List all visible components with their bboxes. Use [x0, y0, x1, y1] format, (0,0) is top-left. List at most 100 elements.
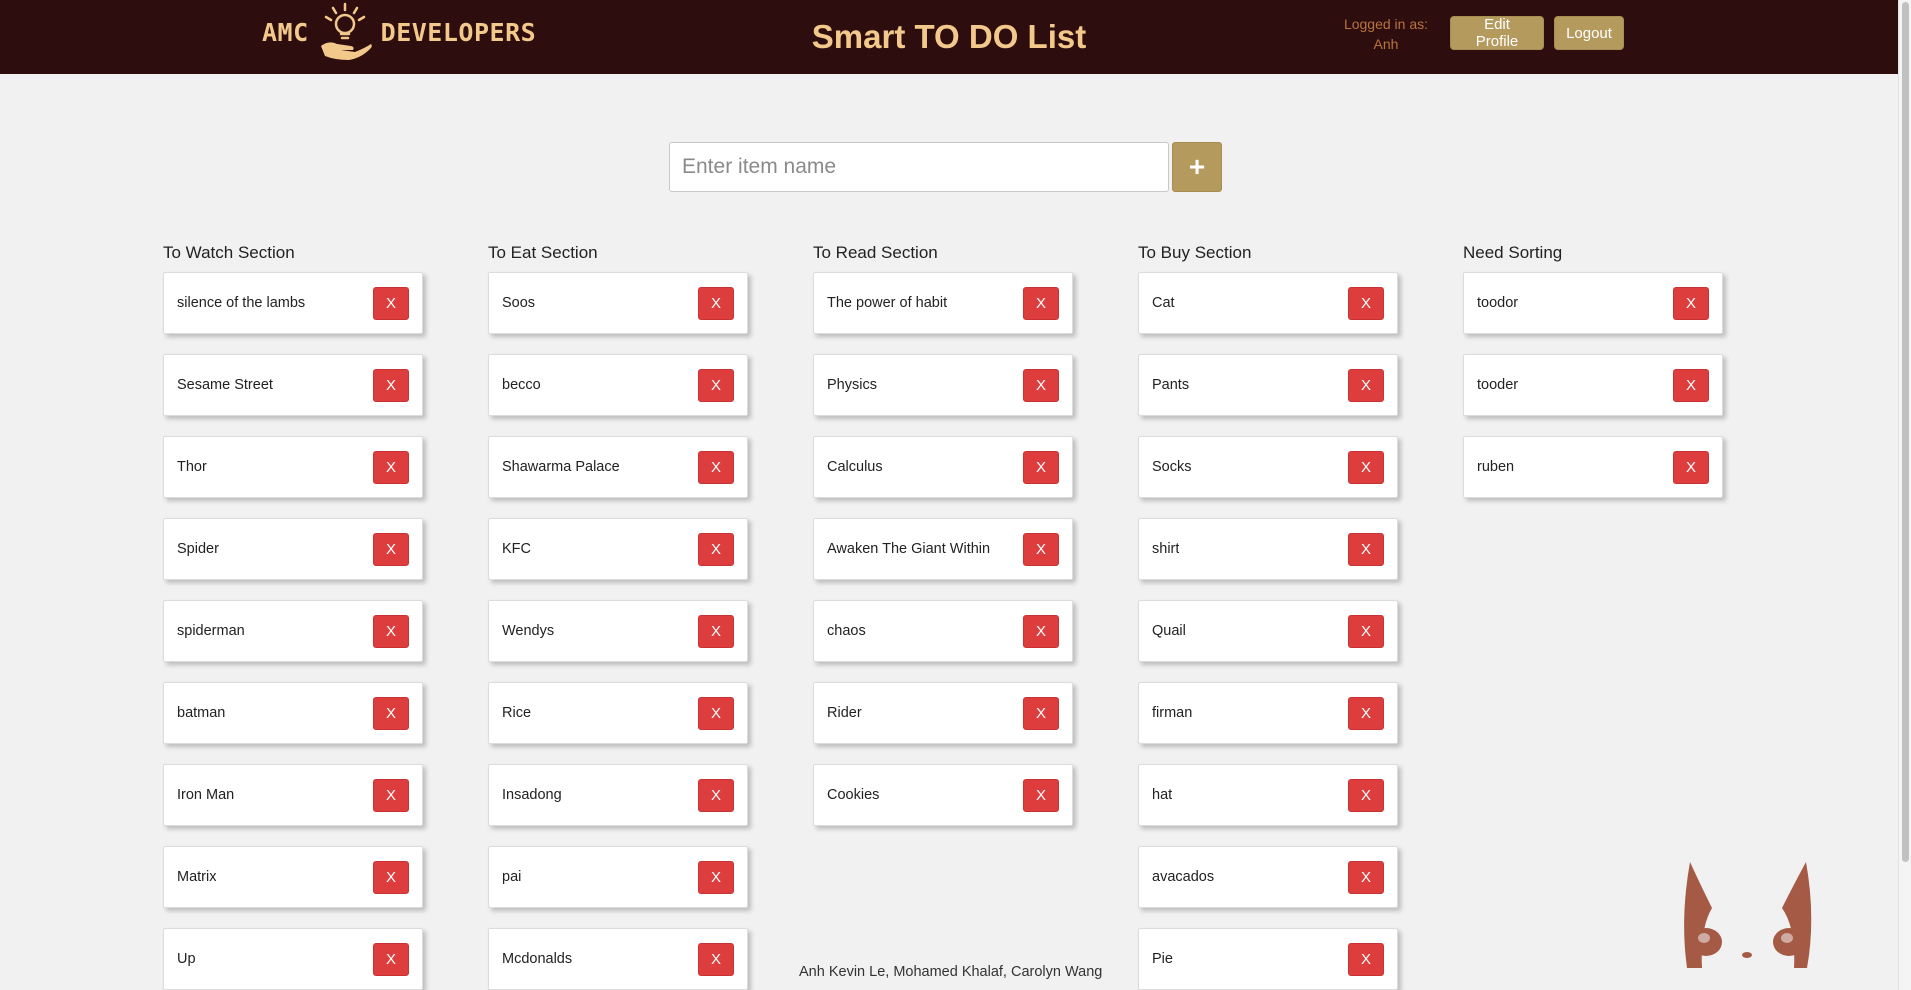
todo-item-card: Thor X	[163, 436, 423, 498]
todo-item-card: Sesame Street X	[163, 354, 423, 416]
delete-item-button[interactable]: X	[373, 532, 409, 566]
delete-item-button[interactable]: X	[1348, 860, 1384, 894]
delete-item-button[interactable]: X	[1673, 286, 1709, 320]
delete-item-button[interactable]: X	[1023, 778, 1059, 812]
delete-item-button[interactable]: X	[698, 368, 734, 402]
todo-item-label: avacados	[1152, 869, 1215, 885]
todo-item-label: Cookies	[827, 787, 880, 803]
todo-item-label: silence of the lambs	[177, 295, 306, 311]
section-title: To Buy Section	[1138, 243, 1252, 262]
scrollbar-thumb[interactable]	[1902, 2, 1909, 862]
todo-item-label: ruben	[1477, 459, 1515, 475]
delete-item-button[interactable]: X	[1023, 286, 1059, 320]
todo-item-card: Soos X	[488, 272, 748, 334]
page-scrollbar[interactable]	[1898, 0, 1911, 990]
todo-item-card: firman X	[1138, 682, 1398, 744]
delete-item-button[interactable]: X	[698, 286, 734, 320]
todo-item-label: firman	[1152, 705, 1193, 721]
login-info: Logged in as: Anh	[1340, 14, 1432, 54]
todo-item-card: The power of habit X	[813, 272, 1073, 334]
delete-item-button[interactable]: X	[1348, 532, 1384, 566]
todo-item-label: Shawarma Palace	[502, 459, 620, 475]
delete-item-button[interactable]: X	[698, 696, 734, 730]
delete-item-button[interactable]: X	[1348, 778, 1384, 812]
todo-item-label: Calculus	[827, 459, 883, 475]
delete-item-button[interactable]: X	[698, 614, 734, 648]
todo-item-label: KFC	[502, 541, 531, 557]
todo-item-card: silence of the lambs X	[163, 272, 423, 334]
delete-item-button[interactable]: X	[698, 942, 734, 976]
todo-item-card: Pants X	[1138, 354, 1398, 416]
todo-item-card: Cat X	[1138, 272, 1398, 334]
todo-item-card: Wendys X	[488, 600, 748, 662]
todo-item-card: Rice X	[488, 682, 748, 744]
delete-item-button[interactable]: X	[1023, 368, 1059, 402]
todo-item-card: Quail X	[1138, 600, 1398, 662]
todo-item-label: Pie	[1152, 951, 1173, 967]
todo-item-label: spiderman	[177, 623, 245, 639]
todo-item-card: Awaken The Giant Within X	[813, 518, 1073, 580]
section-column: To Buy Section Cat X Pants X Socks Xshirt X Quai…	[1138, 242, 1400, 990]
todo-item-label: Pants	[1152, 377, 1190, 393]
todo-item-card: Up X	[163, 928, 423, 990]
logout-button[interactable]: Logout	[1554, 16, 1624, 50]
delete-item-button[interactable]: X	[698, 860, 734, 894]
delete-item-button[interactable]: X	[1673, 368, 1709, 402]
delete-item-button[interactable]: X	[373, 942, 409, 976]
delete-item-button[interactable]: X	[1673, 450, 1709, 484]
delete-item-button[interactable]: X	[373, 614, 409, 648]
todo-item-label: Matrix	[177, 869, 217, 885]
todo-item-label: becco	[502, 377, 541, 393]
delete-item-button[interactable]: X	[373, 696, 409, 730]
delete-item-button[interactable]: X	[1348, 614, 1384, 648]
todo-item-card: Insadong X	[488, 764, 748, 826]
section-column: Need Sorting toodor Xtooder Xruben X	[1463, 242, 1725, 518]
todo-item-label: Socks	[1152, 459, 1192, 475]
todo-item-label: batman	[177, 705, 226, 721]
delete-item-button[interactable]: X	[373, 450, 409, 484]
delete-item-button[interactable]: X	[373, 778, 409, 812]
delete-item-button[interactable]: X	[1023, 450, 1059, 484]
delete-item-button[interactable]: X	[698, 778, 734, 812]
todo-item-card: Socks X	[1138, 436, 1398, 498]
delete-item-button[interactable]: X	[1348, 286, 1384, 320]
footer-credits: Anh Kevin Le, Mohamed Khalaf, Carolyn Wa…	[799, 964, 1103, 980]
section-column: To Watch Section silence of the lambs X Ses…	[163, 242, 425, 990]
todo-item-card: Rider X	[813, 682, 1073, 744]
delete-item-button[interactable]: X	[1348, 450, 1384, 484]
cat-mascot-icon	[1684, 862, 1812, 968]
username-label: Anh	[1373, 36, 1399, 52]
todo-item-card: Physics X	[813, 354, 1073, 416]
delete-item-button[interactable]: X	[698, 450, 734, 484]
todo-item-label: The power of habit	[827, 295, 948, 311]
item-name-input[interactable]	[669, 142, 1169, 192]
todo-item-card: Calculus X	[813, 436, 1073, 498]
todo-item-card: avacados X	[1138, 846, 1398, 908]
section-column: To Read Section The power of habit X Physic…	[813, 242, 1075, 846]
delete-item-button[interactable]: X	[373, 860, 409, 894]
todo-item-card: ruben X	[1463, 436, 1723, 498]
top-header: AMC DEVELOPERS Smart TO DO List Logged i…	[0, 0, 1898, 74]
delete-item-button[interactable]: X	[1023, 696, 1059, 730]
delete-item-button[interactable]: X	[1023, 614, 1059, 648]
delete-item-button[interactable]: X	[698, 532, 734, 566]
todo-item-card: toodor X	[1463, 272, 1723, 334]
add-item-button[interactable]: +	[1172, 142, 1222, 192]
todo-item-label: Quail	[1152, 623, 1186, 639]
section-title: Need Sorting	[1463, 243, 1563, 262]
todo-item-label: tooder	[1477, 377, 1519, 393]
edit-profile-button[interactable]: Edit Profile	[1450, 16, 1544, 50]
delete-item-button[interactable]: X	[1348, 696, 1384, 730]
todo-item-label: shirt	[1152, 541, 1180, 557]
todo-item-card: Mcdonalds X	[488, 928, 748, 990]
todo-item-label: toodor	[1477, 295, 1519, 311]
todo-item-label: Cat	[1152, 295, 1175, 311]
delete-item-button[interactable]: X	[1348, 942, 1384, 976]
todo-item-card: Shawarma Palace X	[488, 436, 748, 498]
delete-item-button[interactable]: X	[1348, 368, 1384, 402]
delete-item-button[interactable]: X	[373, 368, 409, 402]
todo-item-card: shirt X	[1138, 518, 1398, 580]
todo-item-label: Insadong	[502, 787, 562, 803]
delete-item-button[interactable]: X	[373, 286, 409, 320]
delete-item-button[interactable]: X	[1023, 532, 1059, 566]
